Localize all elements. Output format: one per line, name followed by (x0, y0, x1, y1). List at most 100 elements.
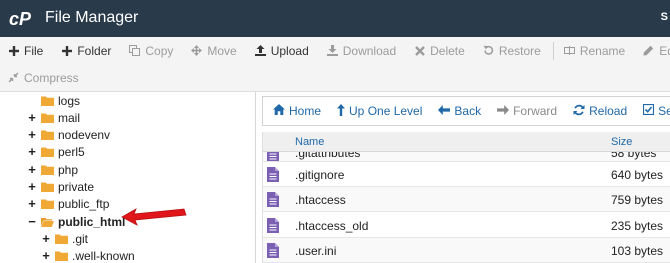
table-row[interactable]: .user.ini 103 bytes (263, 238, 670, 263)
tree-item-label: private (58, 180, 95, 194)
restore-icon (483, 45, 494, 56)
download-button[interactable]: Download (326, 43, 397, 58)
tree-item-label: public_html (58, 214, 126, 229)
home-nav-button[interactable]: Home (273, 104, 321, 118)
tree-item-php[interactable]: + php (27, 161, 78, 178)
tree-item-nodevenv[interactable]: + nodevenv (27, 127, 110, 144)
toolbar: File Folder Copy Move Upload Download Delete Re… (0, 37, 670, 92)
nav-button-label: Forward (513, 104, 558, 118)
header-right-item[interactable]: S (661, 11, 668, 23)
app-title: File Manager (45, 9, 139, 26)
rename-icon (563, 45, 575, 56)
plus-icon (8, 45, 19, 56)
table-row[interactable]: .gitattributes 58 bytes (263, 152, 670, 162)
text-file-icon (267, 167, 279, 182)
table-row[interactable]: .gitignore 640 bytes (263, 162, 670, 187)
compress-icon (8, 72, 19, 83)
folder-icon (41, 199, 54, 210)
tree-item-mail[interactable]: + mail (27, 109, 80, 126)
nav-button-label: Up One Level (349, 104, 423, 118)
nav-button-label: Sele (658, 104, 670, 118)
annotation-arrow-icon (121, 208, 187, 226)
delete-button[interactable]: Delete (414, 44, 465, 58)
file-name: .htaccess (295, 193, 346, 208)
file-label: File (24, 43, 44, 58)
select-all-icon (643, 103, 655, 118)
copy-button[interactable]: Copy (129, 44, 173, 58)
folder-open-icon (41, 217, 54, 227)
tree-item-logs[interactable]: logs (27, 92, 80, 109)
tree-item-perl5[interactable]: + perl5 (27, 144, 85, 161)
upload-button[interactable]: Upload (254, 43, 309, 58)
file-size: 640 bytes (611, 168, 664, 182)
folder-button[interactable]: Folder (61, 44, 111, 58)
download-icon (326, 45, 338, 56)
tree-item-git[interactable]: + .git (41, 230, 88, 247)
tree-item-public-ftp[interactable]: + public_ftp (27, 196, 109, 213)
folder-icon (41, 147, 54, 158)
download-label: Download (342, 43, 397, 58)
tree-item-public-html[interactable]: − public_html (27, 213, 125, 230)
file-table: Name Size .gitattributes 58 bytes .gitigno… (262, 132, 670, 263)
expand-icon[interactable]: + (27, 111, 37, 124)
rename-button[interactable]: Rename (563, 43, 626, 58)
compress-button[interactable]: Compress (8, 71, 79, 85)
tree-item-label: nodevenv (58, 128, 111, 143)
column-header-size[interactable]: Size (611, 136, 632, 148)
delete-label: Delete (430, 43, 465, 58)
back-arrow-icon (438, 104, 451, 118)
file-pane: Home Up One Level Back Forward Reload Sele Na… (258, 92, 670, 263)
cpanel-logo-icon[interactable]: cP (8, 8, 40, 30)
delete-icon (414, 45, 425, 56)
edit-label: Edit (659, 43, 670, 58)
copy-label: Copy (145, 43, 174, 58)
expand-icon[interactable]: + (27, 180, 37, 193)
file-name: .gitignore (295, 168, 345, 182)
rename-label: Rename (579, 43, 626, 58)
edit-button[interactable]: Edit (643, 44, 670, 58)
restore-button[interactable]: Restore (483, 44, 541, 58)
tree-item-label: public_ftp (58, 197, 110, 212)
edit-icon (643, 45, 654, 56)
tree-item-well-known[interactable]: + .well-known (41, 248, 135, 263)
table-row[interactable]: .htaccess_old 235 bytes (263, 212, 670, 238)
table-header: Name Size (263, 132, 670, 152)
tree-item-private[interactable]: + private (27, 179, 94, 196)
forward-nav-button[interactable]: Forward (497, 104, 557, 118)
upload-icon (254, 45, 266, 56)
expand-icon[interactable]: + (27, 145, 37, 158)
expand-icon[interactable]: + (27, 128, 37, 141)
table-row[interactable]: .htaccess 759 bytes (263, 187, 670, 213)
file-size: 759 bytes (611, 193, 664, 208)
sele-nav-button[interactable]: Sele (643, 103, 670, 118)
collapse-icon[interactable]: − (27, 215, 37, 228)
upload-label: Upload (270, 43, 309, 58)
file-name: .user.ini (295, 244, 337, 259)
folder-icon (41, 182, 54, 192)
reload-icon (573, 104, 585, 119)
file-size: 58 bytes (611, 152, 657, 160)
nav-button-label: Reload (589, 104, 628, 118)
file-name: .htaccess_old (295, 218, 369, 233)
expand-icon[interactable]: + (27, 163, 37, 176)
text-file-icon (267, 152, 279, 161)
toolbar-row-1: File Folder Copy Move Upload Download Delete Re… (0, 37, 670, 64)
folder-label: Folder (77, 43, 112, 58)
move-button[interactable]: Move (191, 44, 237, 58)
copy-icon (129, 45, 141, 56)
expand-icon[interactable]: + (27, 197, 37, 210)
back-nav-button[interactable]: Back (438, 104, 481, 118)
file-name: .gitattributes (295, 152, 361, 160)
expand-icon[interactable]: + (41, 249, 51, 262)
expand-icon[interactable]: + (41, 232, 51, 245)
up-one-level-nav-button[interactable]: Up One Level (337, 103, 423, 119)
reload-nav-button[interactable]: Reload (573, 104, 627, 119)
tree-item-label: .well-known (72, 249, 135, 263)
column-header-name[interactable]: Name (295, 136, 324, 148)
file-size: 103 bytes (611, 244, 664, 259)
folder-tree: logs + mail + nodevenv + perl5 + php + private + pub… (0, 92, 256, 263)
tree-item-label: perl5 (58, 145, 85, 160)
plus-icon (61, 45, 72, 56)
folder-icon (41, 165, 54, 175)
file-button[interactable]: File (8, 44, 43, 58)
